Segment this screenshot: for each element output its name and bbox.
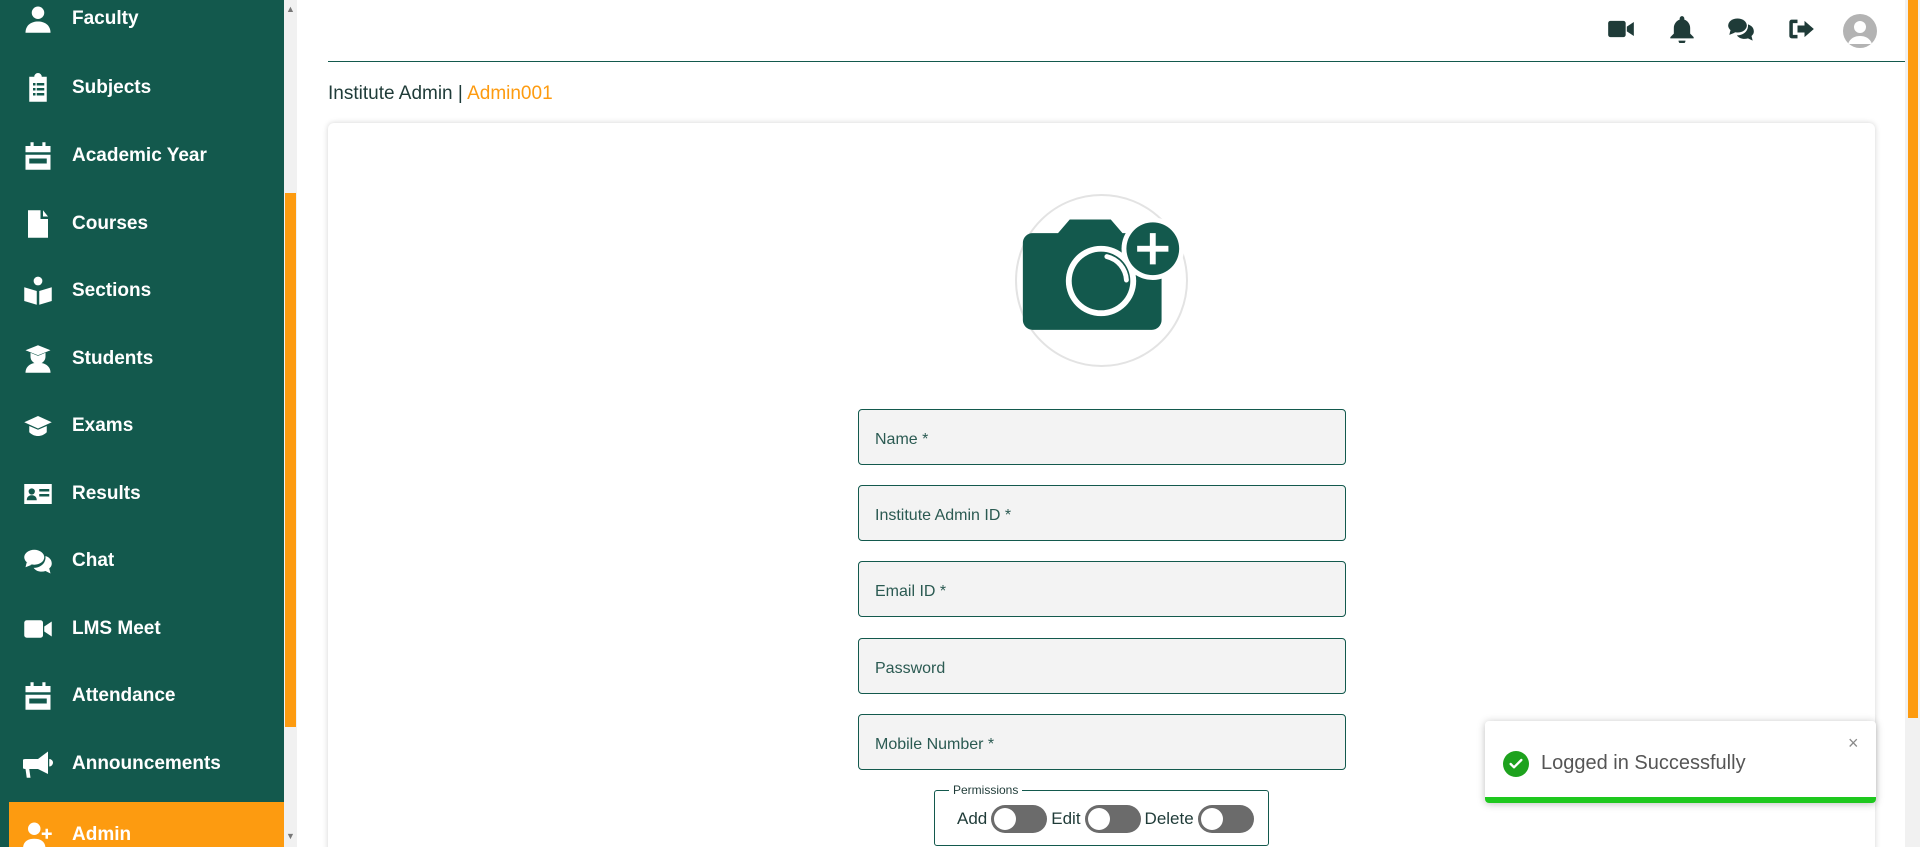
camera-plus-icon [1022, 217, 1185, 330]
sidebar-item-label: Attendance [72, 685, 176, 706]
comments-icon[interactable] [1726, 14, 1756, 44]
toast-progress-bar [1485, 797, 1876, 803]
sidebar-item-label: Exams [72, 415, 134, 436]
scroll-down-arrow-icon[interactable]: ▼ [286, 831, 295, 841]
sidebar-item-courses[interactable]: Courses [0, 191, 284, 257]
delete-permission-toggle[interactable] [1197, 805, 1254, 833]
sidebar-item-label: Sections [72, 280, 152, 301]
sidebar-item-label: Students [72, 348, 154, 369]
sidebar: Faculty Subjects Academic Year Courses S… [0, 0, 284, 847]
bullhorn-icon [22, 748, 54, 780]
sidebar-item-faculty[interactable]: Faculty [0, 0, 284, 52]
edit-permission-toggle[interactable] [1084, 805, 1141, 833]
sidebar-item-announcements[interactable]: Announcements [0, 731, 284, 797]
sidebar-item-admin[interactable]: Admin [9, 802, 284, 847]
breadcrumb-user-id: Admin001 [467, 83, 553, 104]
file-icon [22, 208, 54, 240]
sidebar-item-label: Results [72, 483, 141, 504]
name-field[interactable] [858, 409, 1346, 465]
check-circle-icon [1503, 751, 1529, 777]
sidebar-item-subjects[interactable]: Subjects [0, 55, 284, 121]
sidebar-item-label: Admin [72, 824, 132, 845]
email-input[interactable] [859, 562, 1345, 616]
video-icon[interactable] [1606, 14, 1636, 44]
sidebar-item-label: Chat [72, 550, 115, 571]
sidebar-item-attendance[interactable]: Attendance [0, 663, 284, 729]
toggle-knob [1200, 808, 1223, 830]
toast-message: Logged in Successfully [1541, 752, 1746, 774]
user-icon [22, 3, 54, 35]
sidebar-item-label: LMS Meet [72, 618, 161, 639]
mobile-number-input[interactable] [859, 715, 1345, 769]
mobile-number-field[interactable] [858, 714, 1346, 770]
institute-admin-id-input[interactable] [859, 486, 1345, 540]
photo-upload-button[interactable] [1015, 194, 1188, 367]
calendar-icon [22, 140, 54, 172]
user-avatar-icon[interactable] [1843, 14, 1877, 48]
page-scrollbar-thumb[interactable] [1908, 0, 1918, 718]
toggle-knob [994, 808, 1017, 830]
password-input[interactable] [859, 639, 1345, 693]
sidebar-item-label: Courses [72, 213, 149, 234]
permissions-fieldset: Permissions Add Edit Delete [934, 783, 1269, 846]
sidebar-item-sections[interactable]: Sections [0, 258, 284, 324]
toggle-knob [1087, 808, 1110, 830]
breadcrumb: Institute Admin | Admin001 [328, 83, 553, 105]
calendar-icon [22, 680, 54, 712]
password-field[interactable] [858, 638, 1346, 694]
sidebar-item-students[interactable]: Students [0, 326, 284, 392]
graduation-cap-icon [22, 410, 54, 442]
breadcrumb-role: Institute Admin [328, 83, 453, 104]
sidebar-item-academic-year[interactable]: Academic Year [0, 123, 284, 189]
sidebar-item-chat[interactable]: Chat [0, 528, 284, 594]
permissions-row: Add Edit Delete [957, 805, 1258, 833]
clipboard-list-icon [22, 72, 54, 104]
name-input[interactable] [859, 410, 1345, 464]
video-icon [22, 613, 54, 645]
institute-admin-id-field[interactable] [858, 485, 1346, 541]
id-card-icon [22, 478, 54, 510]
sidebar-item-lms-meet[interactable]: LMS Meet [0, 596, 284, 662]
permissions-legend: Permissions [949, 783, 1023, 797]
edit-permission-label: Edit [1051, 809, 1081, 828]
sidebar-item-label: Subjects [72, 77, 152, 98]
email-field[interactable] [858, 561, 1346, 617]
comments-icon [22, 545, 54, 577]
app-root: Faculty Subjects Academic Year Courses S… [0, 0, 1920, 847]
breadcrumb-separator: | [452, 83, 468, 104]
scroll-up-arrow-icon[interactable]: ▲ [286, 4, 295, 14]
user-plus-icon [22, 819, 54, 847]
add-permission-label: Add [957, 809, 988, 828]
close-icon[interactable]: × [1848, 733, 1859, 754]
bell-icon[interactable] [1667, 14, 1697, 44]
sidebar-scrollbar-thumb[interactable] [285, 193, 296, 727]
sidebar-item-label: Faculty [72, 8, 139, 29]
sidebar-item-label: Academic Year [72, 145, 207, 166]
sidebar-item-results[interactable]: Results [0, 461, 284, 527]
delete-permission-label: Delete [1144, 809, 1194, 828]
user-graduate-icon [22, 343, 54, 375]
sign-out-icon[interactable] [1786, 14, 1816, 44]
book-reader-icon [22, 275, 54, 307]
add-permission-toggle[interactable] [991, 805, 1048, 833]
success-toast: Logged in Successfully × [1485, 721, 1876, 803]
sidebar-item-exams[interactable]: Exams [0, 393, 284, 459]
sidebar-item-label: Announcements [72, 753, 221, 774]
